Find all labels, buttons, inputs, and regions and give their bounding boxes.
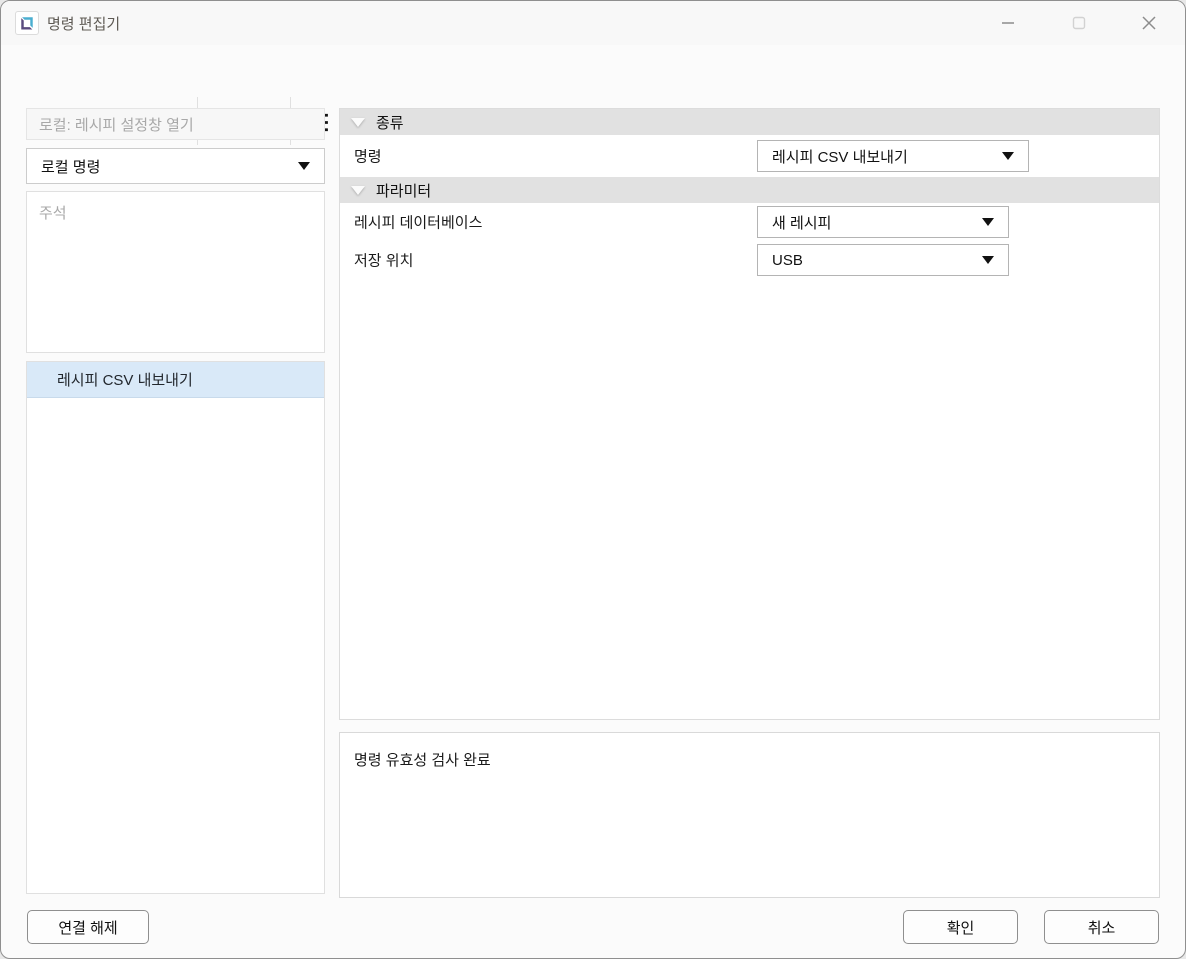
minimize-icon	[1001, 16, 1015, 30]
section-title: 종류	[376, 112, 404, 133]
disconnect-button[interactable]: 연결 해제	[27, 910, 149, 944]
property-label: 명령	[354, 146, 382, 167]
close-icon	[1141, 15, 1157, 31]
validation-status-box: 명령 유효성 검사 완료	[339, 732, 1160, 898]
command-list-item[interactable]: 레시피 CSV 내보내기	[27, 362, 324, 398]
property-label: 저장 위치	[354, 250, 413, 271]
chevron-down-icon	[982, 218, 994, 226]
close-button[interactable]	[1129, 7, 1169, 39]
property-row-command: 명령 레시피 CSV 내보내기	[340, 135, 1159, 177]
toolbar	[1, 45, 1185, 107]
command-editor-grid: 종류 명령 레시피 CSV 내보내기 파라미터 레시피 데이터베이스 새 레시피…	[339, 108, 1160, 720]
validation-status-text: 명령 유효성 검사 완료	[354, 752, 491, 769]
recipe-database-value: 새 레시피	[772, 212, 831, 233]
cancel-button[interactable]: 취소	[1044, 910, 1159, 944]
property-row-save-location: 저장 위치 USB	[340, 241, 1159, 279]
chevron-down-icon	[1002, 152, 1014, 160]
collapse-triangle-icon	[351, 118, 365, 127]
section-header-type[interactable]: 종류	[340, 109, 1159, 135]
command-list-item-label: 레시피 CSV 내보내기	[57, 369, 193, 390]
command-scope-value: 로컬 명령	[41, 156, 100, 177]
command-editor-window: 명령 편집기	[0, 0, 1186, 959]
collapse-triangle-icon	[351, 186, 365, 195]
save-location-value: USB	[772, 252, 803, 269]
property-label: 레시피 데이터베이스	[354, 212, 482, 233]
maximize-button[interactable]	[1059, 7, 1099, 39]
maximize-icon	[1072, 16, 1086, 30]
comment-textarea[interactable]	[26, 191, 325, 353]
section-title: 파라미터	[376, 180, 431, 201]
save-location-dropdown[interactable]: USB	[757, 244, 1009, 276]
title-bar[interactable]: 명령 편집기	[1, 1, 1185, 45]
command-scope-dropdown[interactable]: 로컬 명령	[26, 148, 325, 184]
recipe-database-dropdown[interactable]: 새 레시피	[757, 206, 1009, 238]
app-logo-icon	[15, 11, 39, 35]
minimize-button[interactable]	[988, 7, 1028, 39]
connection-target-field[interactable]	[26, 108, 325, 140]
chevron-down-icon	[298, 162, 310, 170]
ok-button[interactable]: 확인	[903, 910, 1018, 944]
window-title: 명령 편집기	[47, 13, 120, 34]
chevron-down-icon	[982, 256, 994, 264]
command-list: 레시피 CSV 내보내기	[26, 361, 325, 894]
command-dropdown-value: 레시피 CSV 내보내기	[772, 146, 908, 167]
section-header-parameters[interactable]: 파라미터	[340, 177, 1159, 203]
command-dropdown[interactable]: 레시피 CSV 내보내기	[757, 140, 1029, 172]
property-row-recipe-database: 레시피 데이터베이스 새 레시피	[340, 203, 1159, 241]
